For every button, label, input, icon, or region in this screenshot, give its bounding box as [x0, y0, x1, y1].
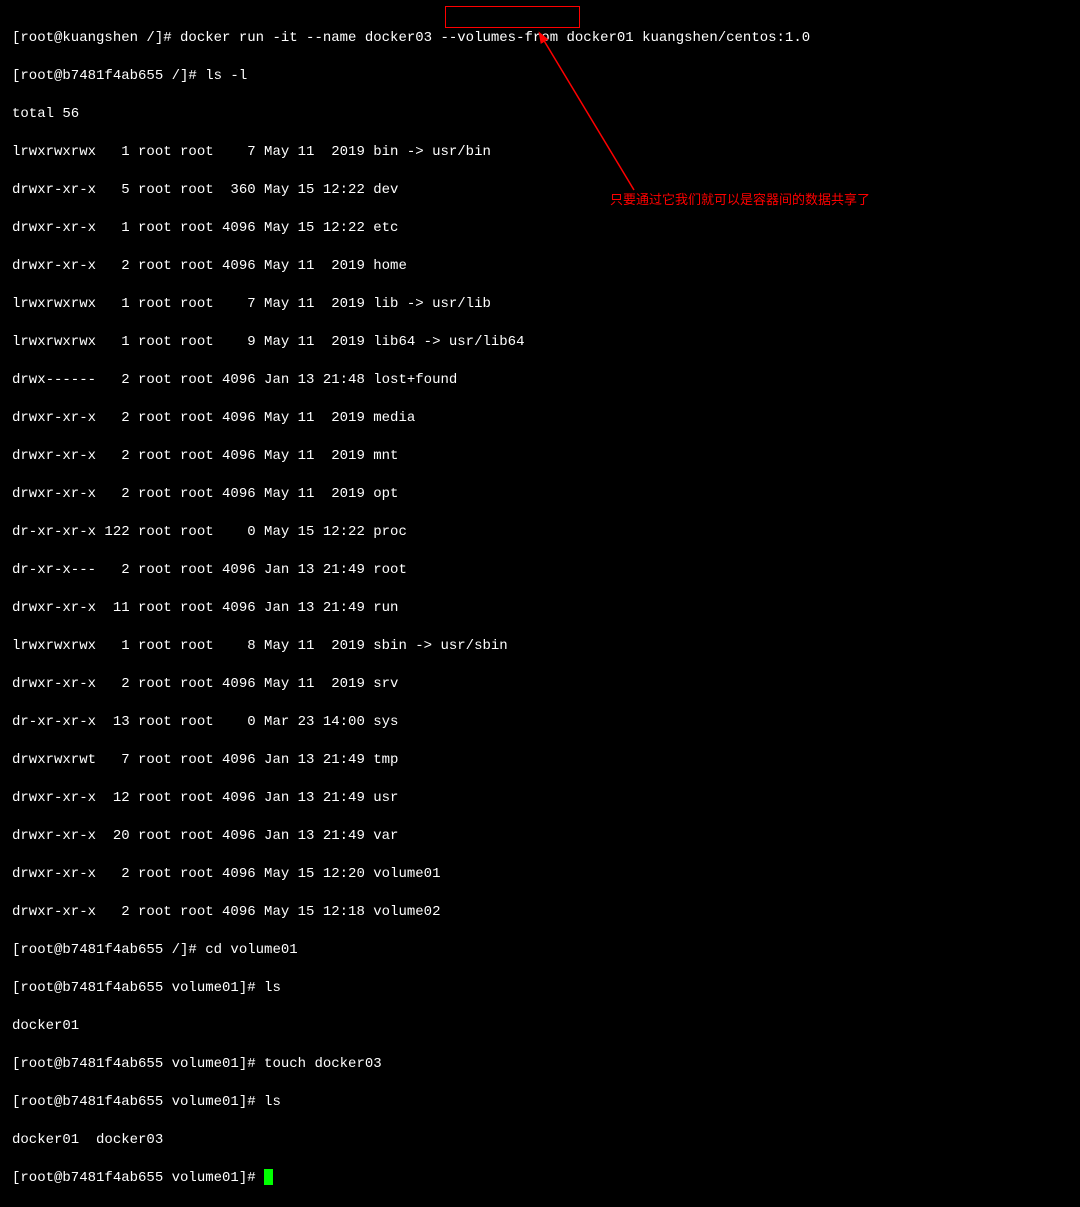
cmd-cd: [root@b7481f4ab655 /]# cd volume01: [12, 941, 1068, 960]
ls-row: drwxr-xr-x 2 root root 4096 May 11 2019 …: [12, 485, 1068, 504]
ls-row: drwxr-xr-x 2 root root 4096 May 11 2019 …: [12, 675, 1068, 694]
ls-row: drwxr-xr-x 2 root root 4096 May 15 12:18…: [12, 903, 1068, 922]
ls-row: drwxr-xr-x 12 root root 4096 Jan 13 21:4…: [12, 789, 1068, 808]
cmd-touch: [root@b7481f4ab655 volume01]# touch dock…: [12, 1055, 1068, 1074]
ls-row: lrwxrwxrwx 1 root root 7 May 11 2019 lib…: [12, 295, 1068, 314]
ls-row: drwxrwxrwt 7 root root 4096 Jan 13 21:49…: [12, 751, 1068, 770]
ls-row: drwx------ 2 root root 4096 Jan 13 21:48…: [12, 371, 1068, 390]
cmd-ls: [root@b7481f4ab655 volume01]# ls: [12, 979, 1068, 998]
ls-output: docker01 docker03: [12, 1131, 1068, 1150]
ls-row: drwxr-xr-x 11 root root 4096 Jan 13 21:4…: [12, 599, 1068, 618]
ls-row: drwxr-xr-x 2 root root 4096 May 11 2019 …: [12, 447, 1068, 466]
ls-row: drwxr-xr-x 2 root root 4096 May 15 12:20…: [12, 865, 1068, 884]
ls-row: dr-xr-xr-x 13 root root 0 Mar 23 14:00 s…: [12, 713, 1068, 732]
ls-row: lrwxrwxrwx 1 root root 9 May 11 2019 lib…: [12, 333, 1068, 352]
highlight-box: [445, 6, 580, 28]
cmd-ls: [root@b7481f4ab655 volume01]# ls: [12, 1093, 1068, 1112]
prompt-line: [root@b7481f4ab655 volume01]#: [12, 1169, 1068, 1188]
ls-row: drwxr-xr-x 2 root root 4096 May 11 2019 …: [12, 409, 1068, 428]
ls-row: drwxr-xr-x 20 root root 4096 Jan 13 21:4…: [12, 827, 1068, 846]
cursor-icon: [264, 1169, 273, 1185]
arrow-annotation-icon: [534, 28, 674, 198]
ls-row: dr-xr-x--- 2 root root 4096 Jan 13 21:49…: [12, 561, 1068, 580]
ls-row: lrwxrwxrwx 1 root root 8 May 11 2019 sbi…: [12, 637, 1068, 656]
ls-row: dr-xr-xr-x 122 root root 0 May 15 12:22 …: [12, 523, 1068, 542]
ls-output: docker01: [12, 1017, 1068, 1036]
prompt-text: [root@b7481f4ab655 volume01]#: [12, 1170, 264, 1186]
ls-row: drwxr-xr-x 1 root root 4096 May 15 12:22…: [12, 219, 1068, 238]
ls-row: drwxr-xr-x 2 root root 4096 May 11 2019 …: [12, 257, 1068, 276]
